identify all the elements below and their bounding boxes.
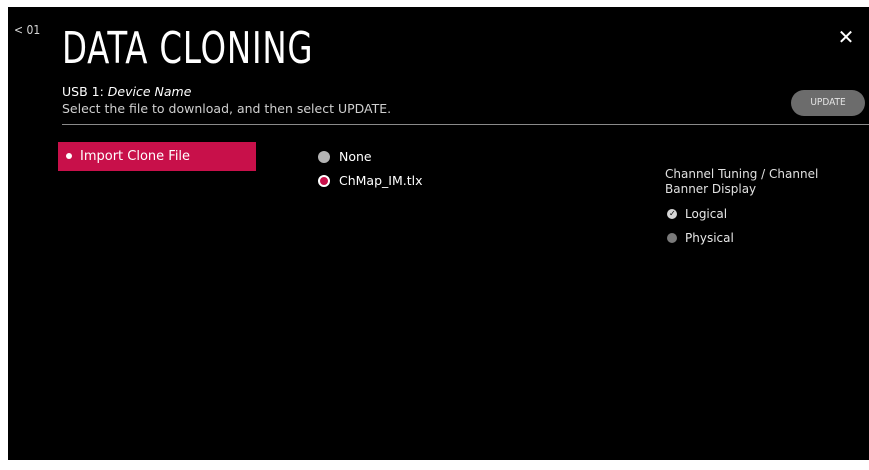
checkmark-icon: ✓: [669, 209, 676, 218]
instruction-text: Select the file to download, and then se…: [62, 101, 392, 116]
file-option-label: None: [339, 149, 372, 164]
radio-unselected-icon: [318, 151, 330, 163]
radio-unchecked-icon: [667, 233, 677, 243]
back-button[interactable]: < 01: [14, 23, 40, 37]
menu-item-import-clone-file[interactable]: Import Clone File: [58, 142, 256, 171]
selected-dot-icon: [66, 153, 72, 159]
radio-selected-icon: [318, 175, 330, 187]
usb-label: USB 1:: [62, 84, 108, 99]
close-icon[interactable]: ✕: [836, 27, 856, 47]
channel-tuning-title: Channel Tuning / Channel Banner Display: [665, 167, 819, 196]
channel-option-label: Logical: [685, 207, 728, 221]
menu-item-label: Import Clone File: [80, 149, 191, 164]
header-divider: [62, 124, 869, 125]
device-name: Device Name: [107, 84, 192, 99]
file-option-label: ChMap_IM.tlx: [339, 173, 423, 188]
data-cloning-screen: < 01 DATA CLONING ✕ USB 1: Device Name S…: [8, 7, 869, 460]
update-button[interactable]: UPDATE: [791, 90, 865, 116]
page-title: DATA CLONING: [62, 23, 314, 74]
usb-device-line: USB 1: Device Name: [62, 84, 191, 99]
channel-option-label: Physical: [685, 231, 734, 245]
